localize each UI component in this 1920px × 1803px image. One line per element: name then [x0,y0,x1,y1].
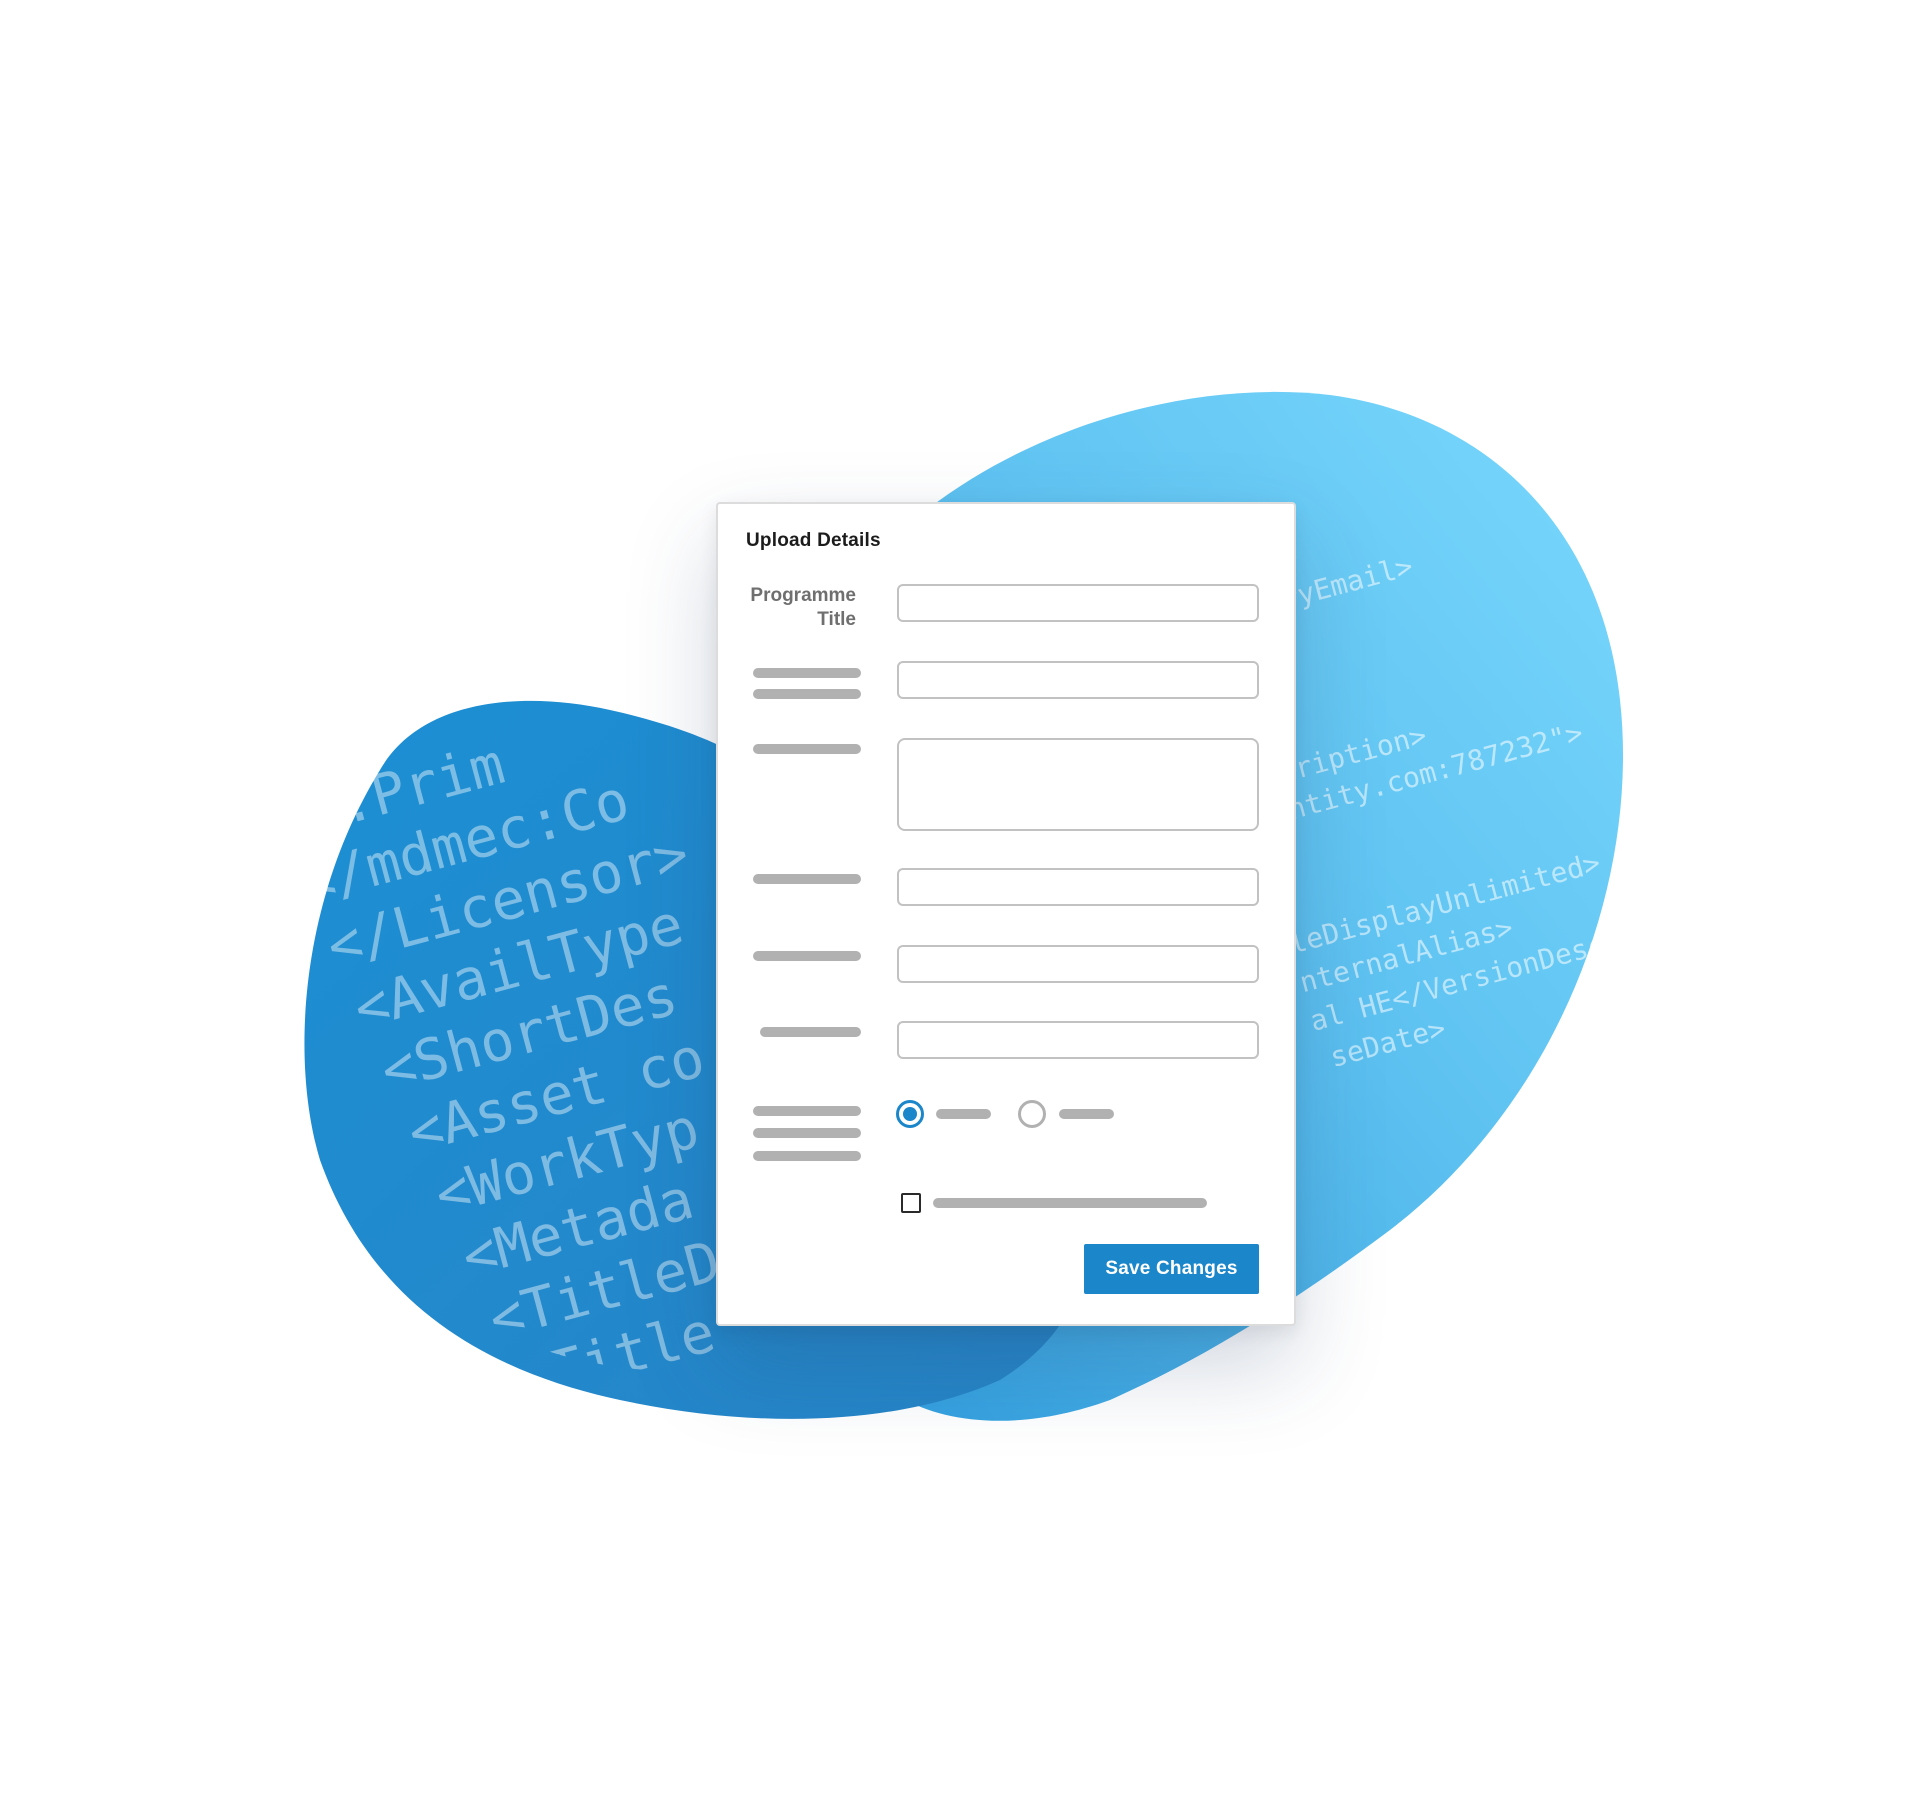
label-placeholder-bar [753,1106,861,1116]
label-placeholder-bar [753,1128,861,1138]
background-code-line: ating> [835,1432,1047,1547]
label-placeholder-bar [760,1027,861,1037]
background-code-line: <Rele [563,1433,743,1539]
text-input[interactable] [897,661,1259,699]
textarea-input[interactable] [897,738,1259,831]
label-placeholder-bar [753,951,861,961]
text-input[interactable] [897,1021,1259,1059]
text-input[interactable] [897,868,1259,906]
radio-option-unselected[interactable] [1018,1100,1046,1128]
text-input[interactable] [897,945,1259,983]
programme-title-input[interactable] [897,584,1259,622]
upload-details-card: Upload Details Programme Title Save Chan… [716,502,1296,1326]
save-changes-button[interactable]: Save Changes [1084,1244,1259,1294]
radio-label-placeholder-bar [936,1109,991,1119]
background-code-line: RunL [590,1504,737,1602]
background-code-line: tings> [750,1424,962,1539]
radio-option-selected[interactable] [896,1100,924,1128]
label-placeholder-bar [753,874,861,884]
label-placeholder-bar [753,689,861,699]
background-code-line: nF</md:co [1131,1392,1286,1463]
illustration-scene: md:Prim </mdmec:Co </Licensor> <AvailTyp… [0,0,1920,1803]
checkbox-label-placeholder-bar [933,1198,1207,1208]
background-code-line: ion> [910,1460,1057,1558]
label-placeholder-bar [753,1151,861,1161]
card-title: Upload Details [746,530,881,551]
radio-label-placeholder-bar [1059,1109,1114,1119]
programme-title-label: Programme Title [750,585,856,630]
checkbox[interactable] [901,1193,921,1213]
label-placeholder-bar [753,744,861,754]
label-placeholder-bar [753,668,861,678]
